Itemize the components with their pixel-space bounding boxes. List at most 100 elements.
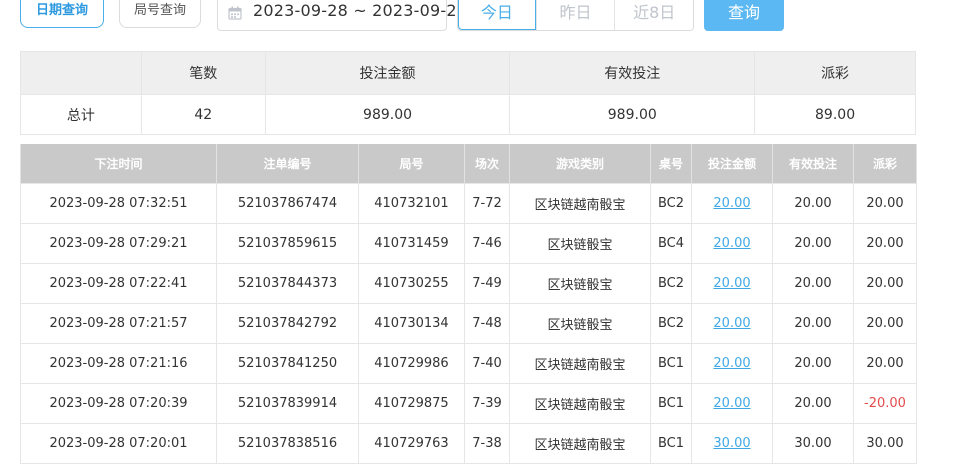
- cell-round-id: 410732101: [358, 183, 465, 224]
- cell-table-no: BC2: [650, 183, 692, 224]
- header-round-id: 局号: [358, 144, 465, 184]
- cell-game-type: 区块链骰宝: [509, 303, 651, 344]
- cell-valid-bet: 20.00: [772, 303, 854, 344]
- summary-header-count: 笔数: [140, 51, 266, 95]
- cell-round-id: 410729763: [358, 423, 465, 464]
- table-row: 2023-09-28 07:21:57 521037842792 4107301…: [20, 303, 917, 344]
- cell-payout: 20.00: [853, 303, 917, 344]
- bet-amount-link[interactable]: 20.00: [713, 276, 750, 291]
- header-bet-time: 下注时间: [20, 144, 217, 184]
- cell-game-type: 区块链越南骰宝: [509, 423, 651, 464]
- cell-bet-time: 2023-09-28 07:21:16: [20, 343, 217, 384]
- cell-valid-bet: 30.00: [772, 423, 854, 464]
- bet-amount-link[interactable]: 20.00: [713, 196, 750, 211]
- cell-valid-bet: 20.00: [772, 263, 854, 304]
- table-row: 2023-09-28 07:20:39 521037839914 4107298…: [20, 383, 917, 424]
- bet-amount-link[interactable]: 20.00: [713, 396, 750, 411]
- date-range-text: 2023-09-28 ~ 2023-09-28: [253, 1, 468, 20]
- summary-table: 笔数 投注金额 有效投注 派彩 总计 42 989.00 989.00 89.0…: [20, 51, 916, 135]
- cell-bet-amount: 30.00: [691, 423, 773, 464]
- cell-session: 7-72: [464, 183, 510, 224]
- cell-bet-time: 2023-09-28 07:32:51: [20, 183, 217, 224]
- cell-payout: 20.00: [853, 263, 917, 304]
- cell-payout: 20.00: [853, 223, 917, 264]
- cell-valid-bet: 20.00: [772, 343, 854, 384]
- cell-bet-amount: 20.00: [691, 343, 773, 384]
- header-bet-amount: 投注金额: [691, 144, 773, 184]
- cell-order-id: 521037844373: [216, 263, 359, 304]
- cell-round-id: 410729986: [358, 343, 465, 384]
- toolbar: 日期查询 局号查询 2023-09-28 ~ 2023-09-28 今日 昨日 …: [0, 0, 957, 34]
- cell-session: 7-38: [464, 423, 510, 464]
- header-payout: 派彩: [853, 144, 917, 184]
- cell-round-id: 410730255: [358, 263, 465, 304]
- cell-order-id: 521037859615: [216, 223, 359, 264]
- tab-date-query[interactable]: 日期查询: [20, 0, 104, 28]
- cell-bet-time: 2023-09-28 07:22:41: [20, 263, 217, 304]
- cell-bet-amount: 20.00: [691, 303, 773, 344]
- date-range-picker[interactable]: 2023-09-28 ~ 2023-09-28: [217, 0, 467, 31]
- bet-amount-link[interactable]: 20.00: [713, 236, 750, 251]
- table-row: 2023-09-28 07:32:51 521037867474 4107321…: [20, 183, 917, 224]
- header-table-no: 桌号: [650, 144, 692, 184]
- cell-order-id: 521037842792: [216, 303, 359, 344]
- cell-payout: 30.00: [853, 423, 917, 464]
- cell-table-no: BC1: [650, 383, 692, 424]
- query-button[interactable]: 查询: [704, 0, 784, 31]
- table-row: 2023-09-28 07:20:01 521037838516 4107297…: [20, 423, 917, 464]
- bet-amount-link[interactable]: 20.00: [713, 356, 750, 371]
- summary-header-row: 笔数 投注金额 有效投注 派彩: [20, 51, 916, 95]
- cell-table-no: BC1: [650, 423, 692, 464]
- cell-game-type: 区块链越南骰宝: [509, 183, 651, 224]
- yesterday-button[interactable]: 昨日: [535, 0, 615, 30]
- cell-bet-time: 2023-09-28 07:20:39: [20, 383, 217, 424]
- table-row: 2023-09-28 07:22:41 521037844373 4107302…: [20, 263, 917, 304]
- cell-game-type: 区块链骰宝: [509, 223, 651, 264]
- cell-order-id: 521037839914: [216, 383, 359, 424]
- cell-bet-amount: 20.00: [691, 223, 773, 264]
- cell-valid-bet: 20.00: [772, 223, 854, 264]
- cell-order-id: 521037867474: [216, 183, 359, 224]
- table-row: 2023-09-28 07:21:16 521037841250 4107299…: [20, 343, 917, 384]
- cell-bet-amount: 20.00: [691, 263, 773, 304]
- cell-bet-amount: 20.00: [691, 383, 773, 424]
- summary-total-valid-bet: 989.00: [509, 94, 756, 135]
- quick-range-group: 今日 昨日 近8日: [457, 0, 694, 31]
- cell-game-type: 区块链越南骰宝: [509, 383, 651, 424]
- header-order-id: 注单编号: [216, 144, 359, 184]
- cell-valid-bet: 20.00: [772, 383, 854, 424]
- summary-header-valid-bet: 有效投注: [509, 51, 756, 95]
- header-game-type: 游戏类别: [509, 144, 651, 184]
- cell-session: 7-49: [464, 263, 510, 304]
- last-8-days-button[interactable]: 近8日: [614, 0, 693, 30]
- cell-table-no: BC1: [650, 343, 692, 384]
- cell-session: 7-46: [464, 223, 510, 264]
- summary-total-payout: 89.00: [754, 94, 916, 135]
- header-session: 场次: [464, 144, 510, 184]
- bet-detail-table: 下注时间 注单编号 局号 场次 游戏类别 桌号 投注金额 有效投注 派彩 202…: [20, 144, 917, 464]
- cell-round-id: 410729875: [358, 383, 465, 424]
- cell-game-type: 区块链越南骰宝: [509, 343, 651, 384]
- cell-session: 7-48: [464, 303, 510, 344]
- cell-bet-time: 2023-09-28 07:29:21: [20, 223, 217, 264]
- summary-header-bet-amount: 投注金额: [264, 51, 511, 95]
- cell-table-no: BC2: [650, 303, 692, 344]
- detail-header-row: 下注时间 注单编号 局号 场次 游戏类别 桌号 投注金额 有效投注 派彩: [20, 144, 917, 184]
- summary-header-blank: [20, 51, 142, 95]
- cell-session: 7-39: [464, 383, 510, 424]
- cell-game-type: 区块链骰宝: [509, 263, 651, 304]
- cell-round-id: 410730134: [358, 303, 465, 344]
- today-button[interactable]: 今日: [458, 0, 536, 30]
- cell-bet-amount: 20.00: [691, 183, 773, 224]
- summary-total-count: 42: [140, 94, 266, 135]
- cell-bet-time: 2023-09-28 07:20:01: [20, 423, 217, 464]
- bet-amount-link[interactable]: 20.00: [713, 316, 750, 331]
- tab-round-query[interactable]: 局号查询: [119, 0, 201, 28]
- summary-total-bet-amount: 989.00: [264, 94, 511, 135]
- table-row: 2023-09-28 07:29:21 521037859615 4107314…: [20, 223, 917, 264]
- summary-total-row: 总计 42 989.00 989.00 89.00: [20, 94, 916, 135]
- cell-table-no: BC2: [650, 263, 692, 304]
- cell-order-id: 521037841250: [216, 343, 359, 384]
- cell-order-id: 521037838516: [216, 423, 359, 464]
- cell-valid-bet: 20.00: [772, 183, 854, 224]
